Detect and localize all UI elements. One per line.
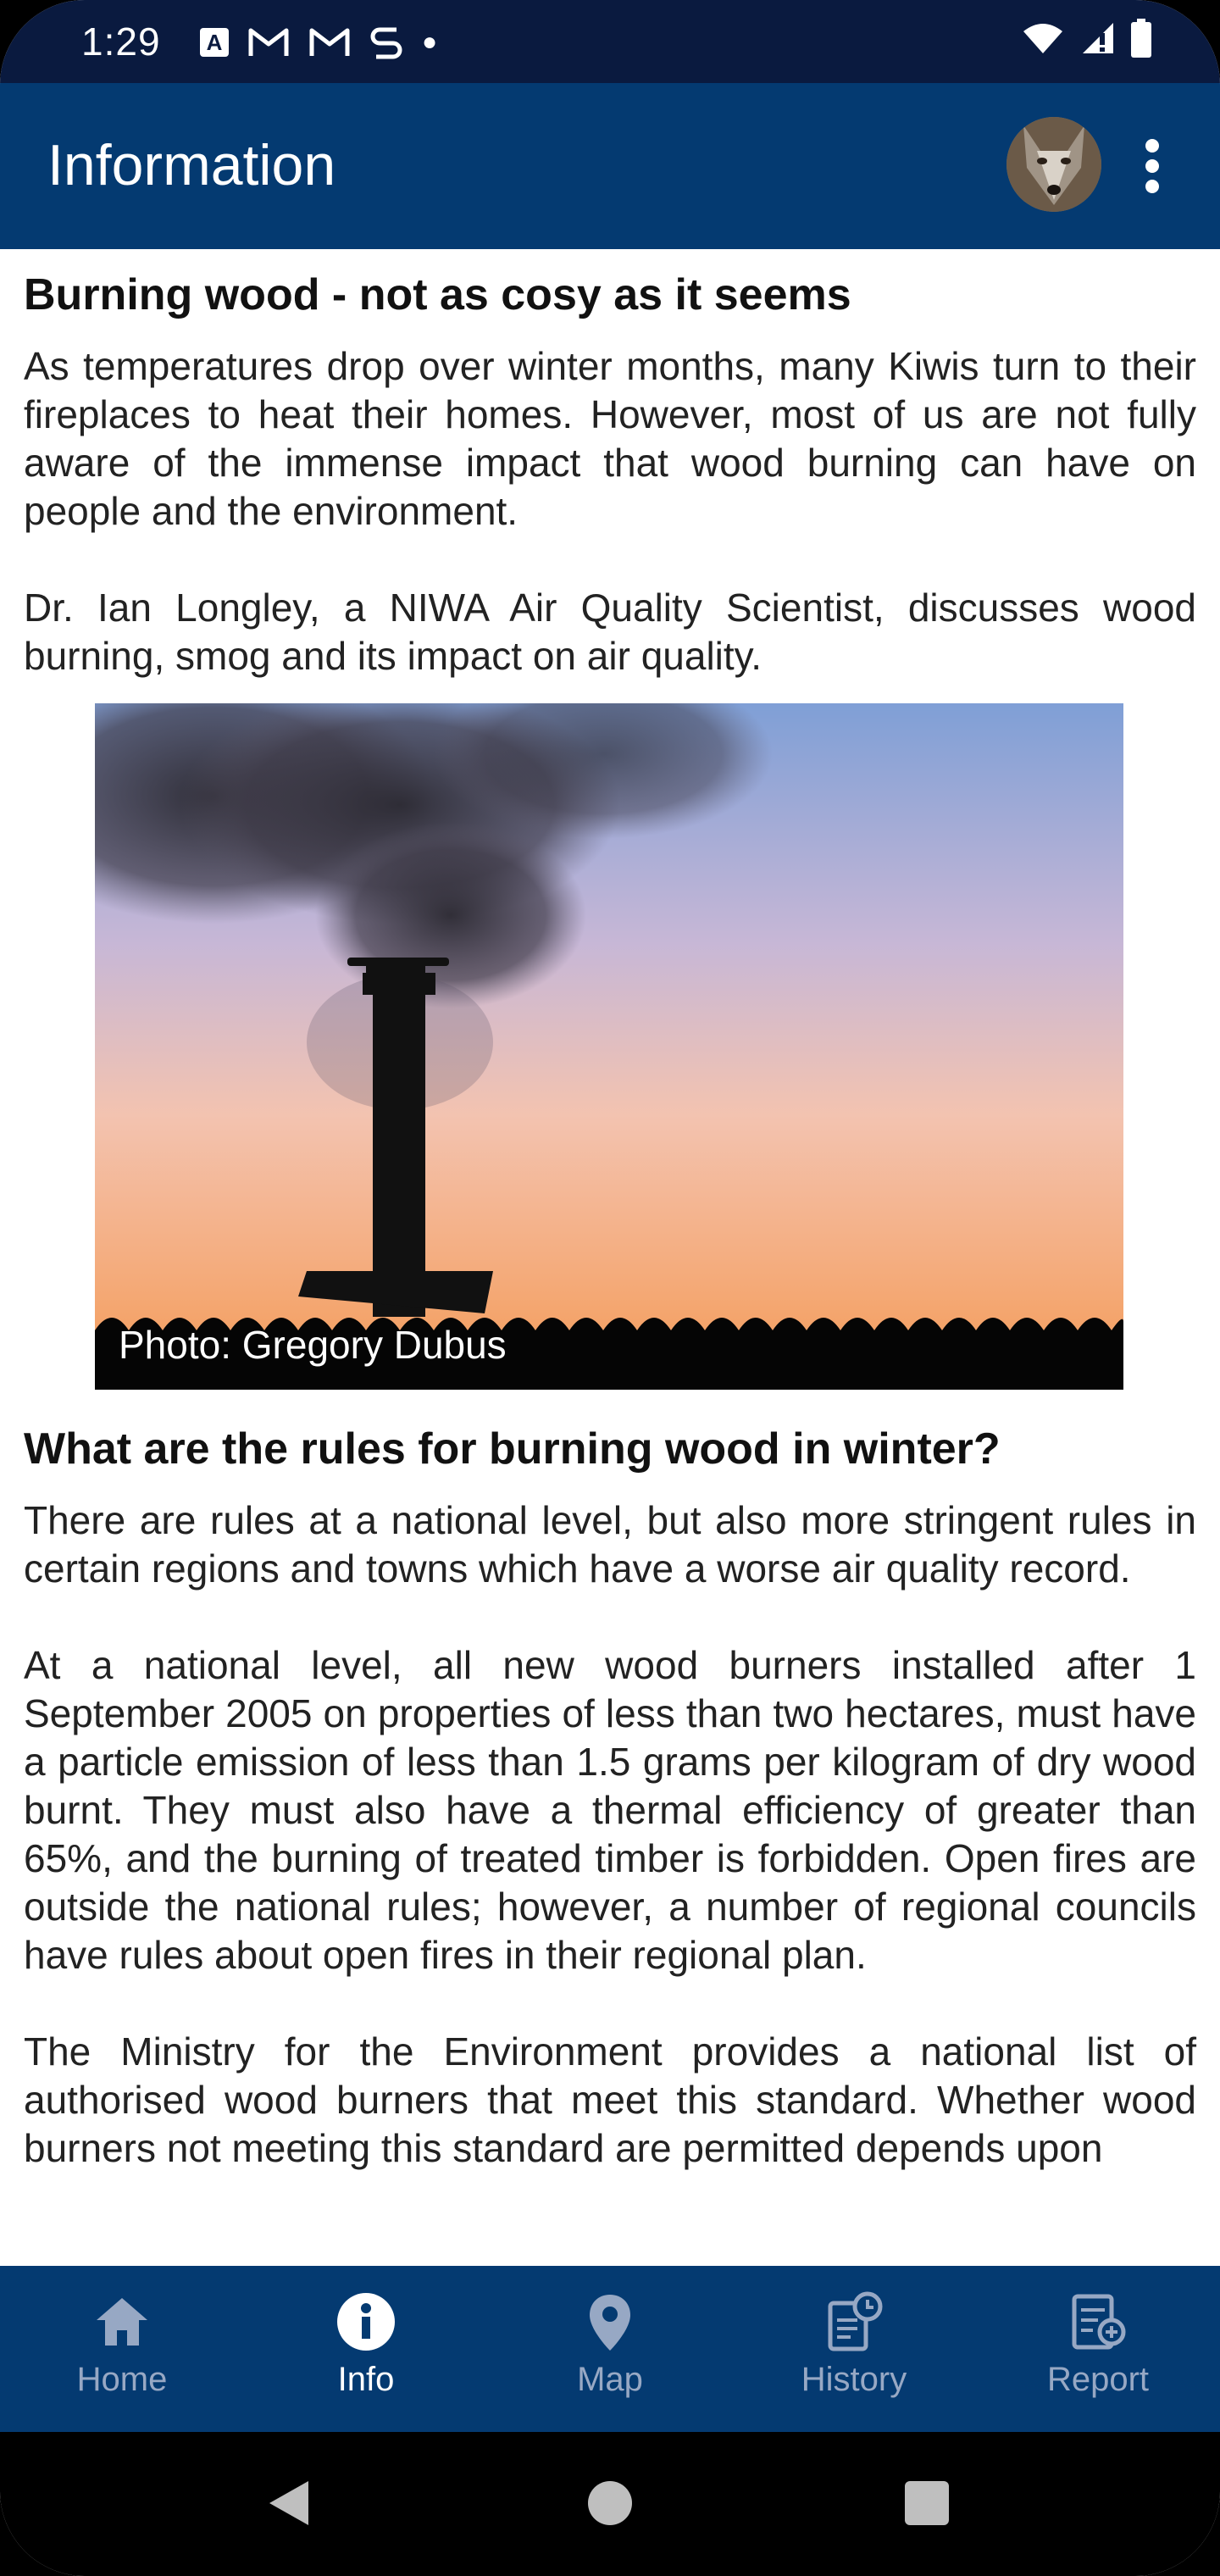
back-icon[interactable] [263,2476,317,2530]
recents-icon[interactable] [900,2476,954,2530]
status-bar: 1:29 A ● [0,0,1220,83]
nav-item-home[interactable]: Home [0,2266,244,2432]
article-paragraph: As temperatures drop over winter months,… [24,344,1196,533]
home-icon [97,2298,147,2346]
more-vert-icon[interactable] [1135,136,1169,197]
app-bar: Information [0,83,1220,249]
article-paragraph: At a national level, all new wood burner… [24,1643,1196,1977]
nav-label: Info [337,2361,395,2398]
signal-icon [1083,23,1113,53]
battery-icon [1131,19,1151,58]
wifi-icon [1023,24,1062,53]
system-status-icons [1022,19,1152,58]
history-icon [828,2291,883,2351]
home-circle-icon[interactable] [583,2476,637,2530]
wolf-avatar-icon [1006,117,1101,212]
map-pin-icon [590,2295,630,2351]
nav-label: Home [76,2361,168,2398]
nav-label: History [801,2361,907,2398]
gmail-icon [309,28,350,56]
system-navigation-bar [0,2432,1220,2576]
phone-screen: 1:29 A ● Information Burning wood - not … [0,0,1220,2576]
info-icon [337,2293,395,2351]
article-paragraph: Dr. Ian Longley, a NIWA Air Quality Scie… [24,586,1196,678]
dot-icon: ● [422,28,438,56]
article-heading: What are the rules for burning wood in w… [24,1424,1001,1474]
nav-item-map[interactable]: Map [488,2266,732,2432]
photo-caption: Photo: Gregory Dubus [119,1323,507,1367]
article-scroll-area[interactable]: Burning wood - not as cosy as it seems A… [0,249,1220,2266]
article-heading: Burning wood - not as cosy as it seems [24,270,851,319]
chimney-smoke-image [95,703,1123,1390]
nav-item-report[interactable]: Report [976,2266,1220,2432]
gmail-icon [248,28,289,56]
report-icon [1072,2294,1126,2350]
nav-label: Report [1046,2361,1150,2398]
article-paragraph: There are rules at a national level, but… [24,1498,1196,1591]
nav-label: Map [577,2361,643,2398]
article-paragraph: The Ministry for the Environment provide… [24,2029,1196,2170]
status-time: 1:29 [81,19,161,64]
nav-item-history[interactable]: History [732,2266,976,2432]
page-title: Information [47,133,336,197]
a-box-icon: A [200,28,229,57]
avatar[interactable] [1006,117,1101,212]
notification-icons: A ● [200,20,437,64]
chimney-photo: Photo: Gregory Dubus [95,703,1123,1390]
bottom-navigation: Home Info Map History Report [0,2266,1220,2432]
sync-icon [370,27,402,59]
nav-item-info[interactable]: Info [244,2266,488,2432]
